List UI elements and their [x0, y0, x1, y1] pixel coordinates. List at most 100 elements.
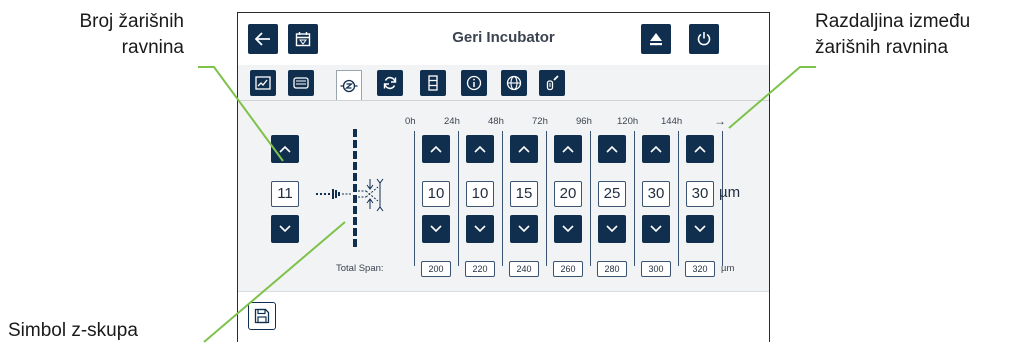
chevron-up-icon	[650, 145, 662, 153]
distance-field-2[interactable]: 15	[510, 181, 538, 207]
span-value-5: 300	[641, 261, 671, 277]
distance-up-button-0[interactable]	[422, 135, 450, 163]
column-divider	[414, 131, 415, 266]
chevron-up-icon	[279, 145, 291, 153]
callout-planes-count-line1: Broj žarišnih	[79, 11, 184, 32]
distance-up-button-6[interactable]	[686, 135, 714, 163]
chevron-down-icon	[650, 225, 662, 233]
distance-field-4[interactable]: 25	[598, 181, 626, 207]
callout-planes-count: Broj žarišnih ravnina	[34, 9, 184, 61]
column-divider	[458, 131, 459, 266]
column-divider	[634, 131, 635, 266]
distance-down-button-5[interactable]	[642, 215, 670, 243]
tab-incubator[interactable]	[288, 70, 314, 96]
chevron-up-icon	[606, 145, 618, 153]
chevron-up-icon	[562, 145, 574, 153]
distance-down-button-2[interactable]	[510, 215, 538, 243]
tool-icon	[546, 75, 559, 91]
time-label-3: 72h	[532, 116, 548, 127]
distance-up-button-5[interactable]	[642, 135, 670, 163]
callout-planes-count-line2: ravnina	[121, 37, 184, 58]
tab-globe[interactable]	[501, 70, 527, 96]
chevron-down-icon	[518, 225, 530, 233]
tab-chart[interactable]	[250, 70, 276, 96]
tab-info[interactable]	[461, 70, 487, 96]
power-button[interactable]	[689, 24, 719, 54]
time-label-6: 144h	[661, 116, 683, 127]
zstack-panel: 11 0h 24h 48h 72h 96h 120h 144h → 10 200…	[238, 101, 769, 291]
distance-field-6[interactable]: 30	[686, 181, 714, 207]
tab-tool[interactable]	[539, 70, 565, 96]
tab-focus-z[interactable]	[336, 70, 362, 100]
chart-icon	[255, 76, 271, 90]
span-value-6: 320	[685, 261, 715, 277]
power-icon	[697, 32, 711, 46]
save-icon	[254, 308, 270, 324]
distance-up-button-3[interactable]	[554, 135, 582, 163]
column-divider	[678, 131, 679, 266]
chevron-down-icon	[474, 225, 486, 233]
chevron-down-icon	[279, 225, 291, 233]
more-arrow-icon: →	[714, 114, 726, 128]
column-divider	[590, 131, 591, 266]
callout-distance: Razdaljina između žarišnih ravnina	[815, 9, 1020, 61]
time-label-5: 120h	[617, 116, 639, 127]
distance-field-1[interactable]: 10	[466, 181, 494, 207]
distance-field-5[interactable]: 30	[642, 181, 670, 207]
planes-up-button[interactable]	[271, 135, 299, 163]
chevron-up-icon	[474, 145, 486, 153]
distance-down-button-6[interactable]	[686, 215, 714, 243]
span-value-4: 280	[597, 261, 627, 277]
tab-refresh[interactable]	[377, 70, 403, 96]
planes-count-field[interactable]: 11	[271, 181, 299, 207]
callout-distance-line2: žarišnih ravnina	[815, 37, 949, 58]
chevron-down-icon	[430, 225, 442, 233]
callout-symbol: Simbol z-skupa	[8, 320, 138, 341]
column-divider	[546, 131, 547, 266]
span-value-3: 260	[553, 261, 583, 277]
info-icon	[466, 75, 482, 91]
distance-down-button-4[interactable]	[598, 215, 626, 243]
total-span-label: Total Span:	[336, 263, 384, 274]
app-header: Geri Incubator	[238, 13, 769, 66]
distance-down-button-0[interactable]	[422, 215, 450, 243]
distance-up-button-1[interactable]	[466, 135, 494, 163]
callout-distance-line1: Razdaljina između	[815, 11, 971, 32]
footer-bar	[238, 291, 769, 342]
chevron-up-icon	[694, 145, 706, 153]
time-label-2: 48h	[488, 116, 504, 127]
chevron-down-icon	[562, 225, 574, 233]
chevron-up-icon	[430, 145, 442, 153]
distance-down-button-1[interactable]	[466, 215, 494, 243]
column-divider	[502, 131, 503, 266]
distance-up-button-2[interactable]	[510, 135, 538, 163]
zstack-symbol-icon	[316, 129, 384, 247]
time-label-0: 0h	[405, 116, 416, 127]
span-value-0: 200	[421, 261, 451, 277]
chevron-down-icon	[606, 225, 618, 233]
distance-field-0[interactable]: 10	[422, 181, 450, 207]
stack-icon	[428, 75, 438, 91]
distance-down-button-3[interactable]	[554, 215, 582, 243]
globe-icon	[506, 75, 522, 91]
tab-stack[interactable]	[420, 70, 446, 96]
time-label-1: 24h	[444, 116, 460, 127]
planes-down-button[interactable]	[271, 215, 299, 243]
tab-bar	[238, 65, 769, 101]
span-value-1: 220	[465, 261, 495, 277]
chevron-down-icon	[694, 225, 706, 233]
span-unit: µm	[721, 263, 735, 274]
distance-up-button-4[interactable]	[598, 135, 626, 163]
incubator-icon	[293, 77, 309, 89]
eject-icon	[650, 33, 662, 46]
span-value-2: 240	[509, 261, 539, 277]
eject-button[interactable]	[641, 24, 671, 54]
save-button[interactable]	[248, 302, 276, 330]
device-screen: Geri Incubator 11 0h 24h 48h 72h 96h 120…	[237, 12, 770, 342]
chevron-up-icon	[518, 145, 530, 153]
time-label-4: 96h	[576, 116, 592, 127]
focus-z-icon	[340, 79, 358, 92]
refresh-icon	[383, 76, 397, 90]
distance-unit: µm	[719, 184, 741, 201]
distance-field-3[interactable]: 20	[554, 181, 582, 207]
